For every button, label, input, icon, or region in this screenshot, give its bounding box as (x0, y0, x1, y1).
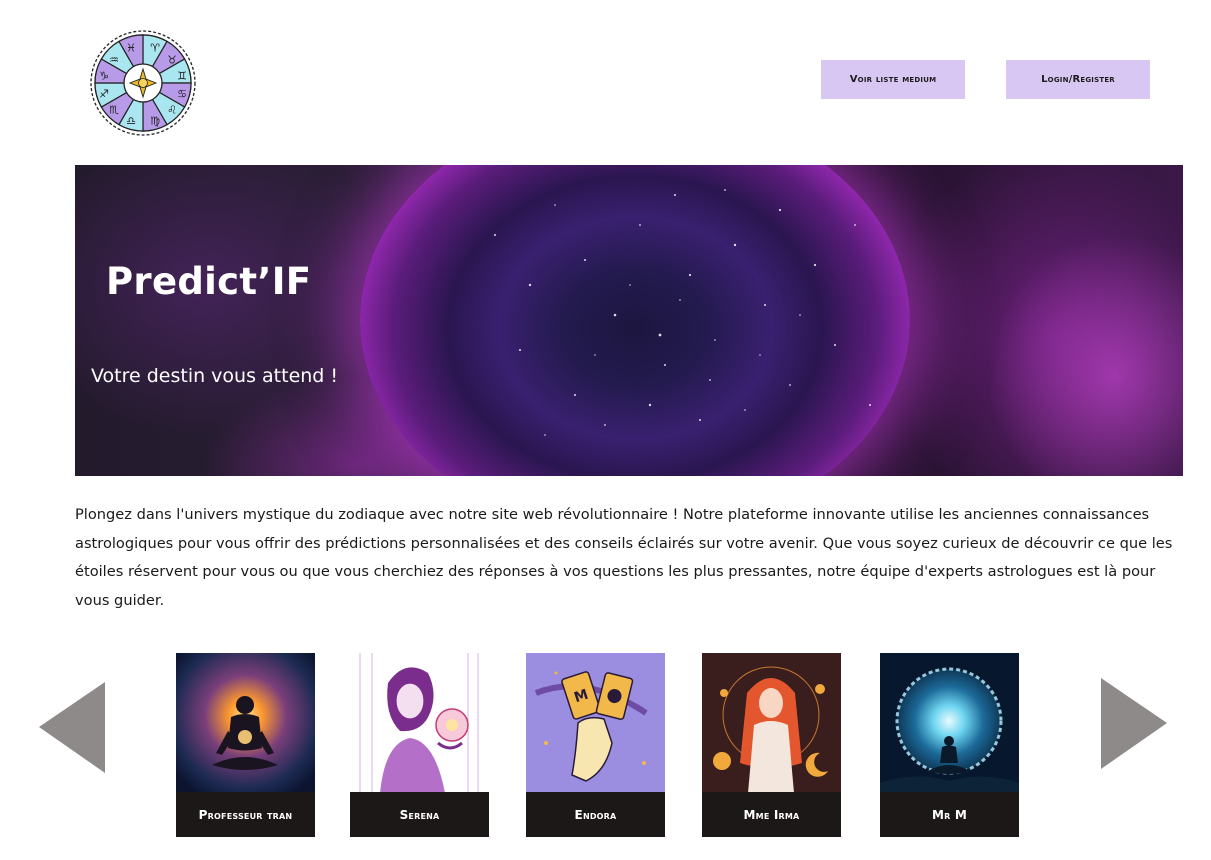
triangle-left-icon (39, 682, 105, 773)
medium-name: Mr M (880, 792, 1019, 837)
intro-paragraph: Plongez dans l'univers mystique du zodia… (75, 506, 1173, 609)
svg-text:♉: ♉ (167, 54, 177, 67)
medium-name: Mme Irma (702, 792, 841, 837)
svg-text:♑: ♑ (99, 70, 109, 83)
crystal-ball-woman-icon (350, 653, 489, 793)
svg-text:♋: ♋ (177, 88, 187, 101)
zodiac-wheel-logo[interactable]: ♈ ♉ ♊ ♋ ♌ ♍ ♎ ♏ ♐ ♑ ♒ ♓ (88, 28, 198, 138)
hero-subtitle: Votre destin vous attend ! (91, 365, 339, 387)
svg-text:♏: ♏ (109, 104, 119, 117)
svg-text:♊: ♊ (177, 70, 187, 83)
svg-text:♌: ♌ (167, 104, 177, 117)
triangle-right-icon (1101, 678, 1167, 769)
medium-card-mr-m[interactable]: Mr M (880, 653, 1019, 837)
carousel-prev-button[interactable] (37, 680, 107, 775)
svg-text:♈: ♈ (150, 42, 160, 55)
carousel-next-button[interactable] (1099, 676, 1169, 771)
medium-card-serena[interactable]: Serena (350, 653, 489, 837)
medium-card-endora[interactable]: M Endora (526, 653, 665, 837)
hero-title: Predict’IF (106, 260, 312, 303)
medium-card-mme-irma[interactable]: Mme Irma (702, 653, 841, 837)
meditating-man-icon (176, 653, 315, 793)
zodiac-wheel-icon: ♈ ♉ ♊ ♋ ♌ ♍ ♎ ♏ ♐ ♑ ♒ ♓ (90, 30, 196, 136)
medium-name: Professeur tran (176, 792, 315, 837)
medium-name: Endora (526, 792, 665, 837)
svg-text:♒: ♒ (109, 54, 119, 67)
svg-text:♐: ♐ (99, 88, 109, 101)
login-register-button[interactable]: Login/Register (1006, 60, 1150, 99)
svg-text:♓: ♓ (126, 42, 136, 55)
meditation-portal-icon (880, 653, 1019, 793)
medium-name: Serena (350, 792, 489, 837)
celestial-woman-icon (702, 653, 841, 793)
svg-text:♍: ♍ (150, 115, 160, 128)
tarot-cards-icon: M (526, 653, 665, 793)
voir-liste-medium-button[interactable]: Voir liste medium (821, 60, 965, 99)
medium-card-professeur-tran[interactable]: Professeur tran (176, 653, 315, 837)
starfield-image (494, 189, 871, 436)
svg-text:♎: ♎ (126, 115, 136, 128)
hero-banner: Predict’IF Votre destin vous attend ! (75, 165, 1183, 476)
